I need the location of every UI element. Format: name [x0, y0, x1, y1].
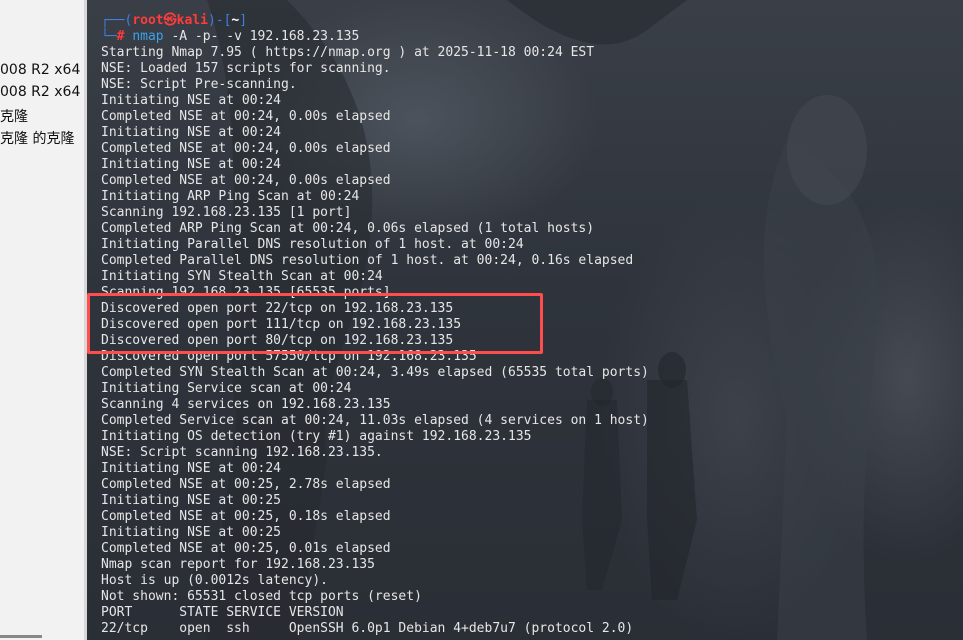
output-line: Not shown: 65531 closed tcp ports (reset… — [101, 589, 422, 604]
prompt-line-1: ┌──(root㉿kali)-[~] — [101, 13, 649, 29]
horizontal-scrollbar[interactable] — [0, 635, 42, 638]
output-line: Completed NSE at 00:24, 0.00s elapsed — [101, 109, 391, 124]
prompt-bracket: ┌──( — [101, 13, 133, 28]
output-line: Scanning 4 services on 192.168.23.135 — [101, 397, 391, 412]
output-line: Initiating SYN Stealth Scan at 00:24 — [101, 269, 383, 284]
output-line: Initiating OS detection (try #1) against… — [101, 429, 532, 444]
prompt-bracket: └─ — [101, 29, 117, 44]
output-line: Completed Service scan at 00:24, 11.03s … — [101, 413, 649, 428]
output-line: Initiating NSE at 00:24 — [101, 93, 282, 108]
output-line: Initiating NSE at 00:24 — [101, 461, 282, 476]
output-line: Completed ARP Ping Scan at 00:24, 0.06s … — [101, 221, 595, 236]
command-args: -A -p- -v 192.168.23.135 — [163, 29, 360, 44]
output-line: Initiating NSE at 00:25 — [101, 525, 282, 540]
output-line: Scanning 192.168.23.135 [1 port] — [101, 205, 352, 220]
prompt-user-host: root㉿kali — [132, 13, 208, 28]
output-line: Completed SYN Stealth Scan at 00:24, 3.4… — [101, 365, 649, 380]
output-line: Initiating Service scan at 00:24 — [101, 381, 352, 396]
output-line: Completed Parallel DNS resolution of 1 h… — [101, 253, 634, 268]
prompt-line-2: └─# nmap -A -p- -v 192.168.23.135 — [101, 29, 649, 45]
output-line: Starting Nmap 7.95 ( https://nmap.org ) … — [101, 45, 595, 60]
vm-list-item[interactable]: 008 R2 x64 — [0, 84, 80, 100]
output-line: Completed NSE at 00:25, 0.01s elapsed — [101, 541, 391, 556]
output-line: NSE: Loaded 157 scripts for scanning. — [101, 61, 391, 76]
output-line: 22/tcp open ssh OpenSSH 6.0p1 Debian 4+d… — [101, 621, 634, 636]
prompt-hash: # — [116, 29, 133, 44]
output-line: PORT STATE SERVICE VERSION — [101, 605, 344, 620]
vm-list-item[interactable]: 克隆 — [0, 106, 28, 126]
output-line: Initiating NSE at 00:24 — [101, 157, 282, 172]
prompt-bracket: )-[ — [207, 13, 232, 28]
output-line: Initiating NSE at 00:25 — [101, 493, 282, 508]
vm-list-panel: 008 R2 x64 008 R2 x64 克隆 克隆 的克隆 — [0, 0, 84, 640]
output-line: Initiating NSE at 00:24 — [101, 125, 282, 140]
output-line: Host is up (0.0012s latency). — [101, 573, 328, 588]
open-ports-highlight-box — [87, 293, 543, 354]
output-line: NSE: Script Pre-scanning. — [101, 77, 297, 92]
output-line: NSE: Script scanning 192.168.23.135. — [101, 445, 383, 460]
output-line: Initiating Parallel DNS resolution of 1 … — [101, 237, 524, 252]
vm-list-item[interactable]: 克隆 的克隆 — [0, 128, 74, 148]
output-line: Initiating ARP Ping Scan at 00:24 — [101, 189, 360, 204]
vm-list-item[interactable]: 008 R2 x64 — [0, 62, 80, 78]
command-name: nmap — [132, 29, 164, 44]
output-line: Nmap scan report for 192.168.23.135 — [101, 557, 375, 572]
output-line: Completed NSE at 00:24, 0.00s elapsed — [101, 173, 391, 188]
output-line: Completed NSE at 00:24, 0.00s elapsed — [101, 141, 391, 156]
output-line: Completed NSE at 00:25, 2.78s elapsed — [101, 477, 391, 492]
prompt-bracket: ] — [239, 13, 248, 28]
terminal-window[interactable]: ┌──(root㉿kali)-[~] └─# nmap -A -p- -v 19… — [87, 0, 963, 640]
output-line: Completed NSE at 00:25, 0.18s elapsed — [101, 509, 391, 524]
